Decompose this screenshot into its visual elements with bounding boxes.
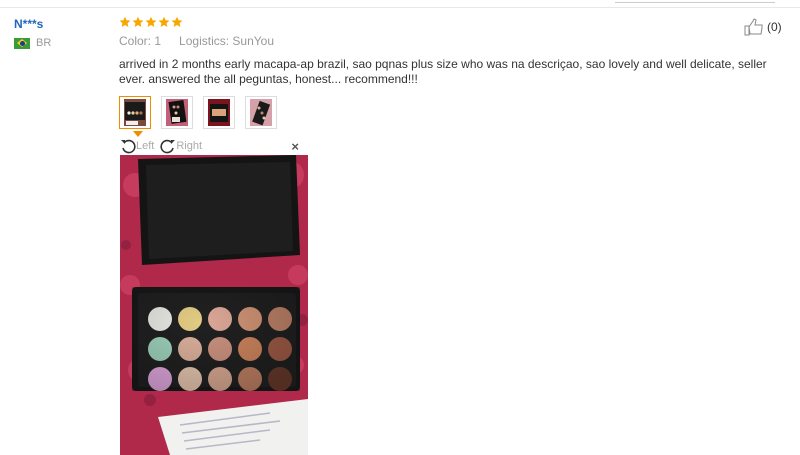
color-value: 1 (154, 34, 162, 48)
order-info: Color: 1 Logistics: SunYou (119, 34, 789, 48)
reviewer-info: N***s BR (14, 17, 51, 49)
color-label: Color: (119, 34, 152, 48)
reviewer-name[interactable]: N***s (14, 17, 51, 31)
star-icon (119, 16, 131, 27)
rotate-left-label: Left (136, 140, 155, 152)
logistics-label: Logistics: (179, 34, 230, 48)
helpful-count: (0) (767, 20, 782, 34)
logistics-info: Logistics: SunYou (179, 34, 274, 48)
section-divider (0, 7, 800, 8)
review-photo-thumbnail[interactable] (161, 96, 193, 129)
review-photo-thumbnail[interactable] (119, 96, 151, 137)
top-dropdown-edge (615, 0, 775, 3)
review-photo-thumbnail[interactable] (245, 96, 277, 129)
photo-viewer: Left Right × (120, 137, 308, 455)
reviewer-country: BR (14, 37, 51, 49)
review-photo-thumbnail[interactable] (203, 96, 235, 129)
review-body: Color: 1 Logistics: SunYou arrived in 2 … (119, 16, 789, 137)
star-icon (171, 16, 183, 27)
close-viewer-button[interactable]: × (291, 139, 299, 154)
rotate-right-icon (160, 139, 176, 154)
star-rating (119, 16, 789, 28)
review-text: arrived in 2 months early macapa-ap braz… (119, 57, 767, 86)
rotate-right-label: Right (176, 140, 203, 152)
helpful-button[interactable]: (0) (744, 18, 782, 36)
star-icon (132, 16, 144, 27)
thumbs-up-icon (744, 18, 763, 36)
rotate-left-icon (121, 139, 136, 154)
star-icon (158, 16, 170, 27)
color-info: Color: 1 (119, 34, 161, 48)
logistics-value: SunYou (232, 34, 275, 48)
photo-viewer-toolbar: Left Right × (120, 137, 308, 155)
star-icon (145, 16, 157, 27)
review-photo-large (120, 155, 308, 455)
rotate-left-button[interactable]: Left (120, 138, 154, 154)
country-code: BR (36, 37, 52, 49)
rotate-right-button[interactable]: Right (160, 138, 202, 154)
review-thumbnails (119, 96, 277, 137)
brazil-flag-icon (14, 37, 30, 49)
